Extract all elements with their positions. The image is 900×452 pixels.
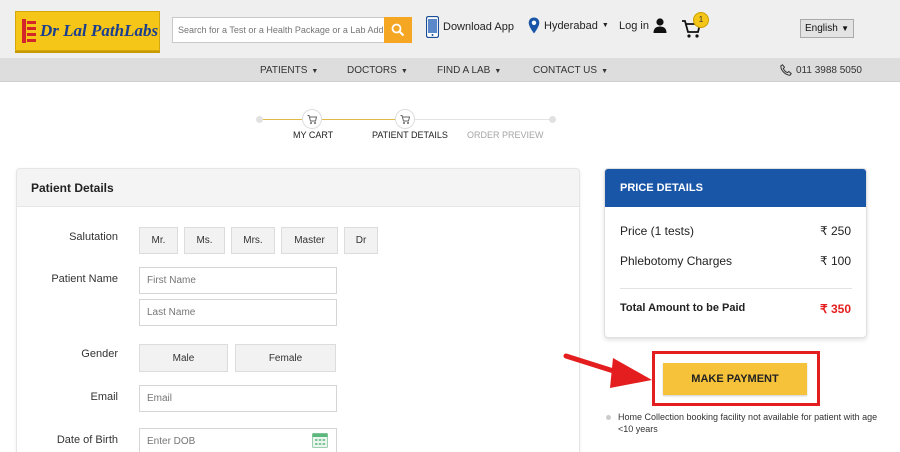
note-bullet-icon [606,415,611,420]
brand-logo[interactable]: Dr Lal PathLabs [15,11,160,51]
price-row-value: ₹ 250 [820,224,851,238]
salutation-dr-button[interactable]: Dr [344,227,378,254]
price-details-card: PRICE DETAILS Price (1 tests) ₹ 250 Phle… [604,168,867,338]
first-name-field[interactable] [139,267,337,294]
price-header: PRICE DETAILS [605,169,866,207]
price-divider [620,288,852,289]
price-title: PRICE DETAILS [620,182,703,194]
location-pin-icon [528,17,540,34]
main-nav: PATIENTS ▼ DOCTORS ▼ FIND A LAB ▼ CONTACT U… [0,58,900,82]
price-row-label: Phlebotomy Charges [620,254,733,268]
user-icon [653,18,667,33]
price-row-value: ₹ 100 [820,254,851,268]
calendar-icon[interactable] [312,433,328,448]
gender-male-button[interactable]: Male [139,344,228,372]
phone-icon [426,16,439,38]
contact-phone[interactable]: 011 3988 5050 [780,64,862,76]
step-connector [414,119,554,120]
price-row-label: Price (1 tests) [620,224,695,238]
email-label: Email [90,391,118,403]
red-arrow-annotation [563,353,652,388]
download-app-label: Download App [443,21,514,33]
card-title: Patient Details [31,181,114,195]
dob-label: Date of Birth [56,434,118,446]
search-box [172,17,412,43]
step-my-cart[interactable] [302,109,322,129]
dob-field[interactable] [139,428,337,452]
nav-item-doctors[interactable]: DOCTORS ▼ [347,65,408,76]
logo-text: Dr Lal PathLabs [40,21,159,40]
step-end-dot [549,116,556,123]
nav-item-contact-us[interactable]: CONTACT US ▼ [533,65,608,76]
gender-label: Gender [81,348,118,360]
nav-label: FIND A LAB [437,65,491,76]
salutation-ms-button[interactable]: Ms. [184,227,225,254]
salutation-mrs-button[interactable]: Mrs. [231,227,275,254]
chevron-down-icon: ▼ [601,68,609,75]
step-patient-details[interactable] [395,109,415,129]
nav-item-find-a-lab[interactable]: FIND A LAB ▼ [437,65,501,76]
step-label-my-cart: MY CART [293,130,334,140]
chevron-down-icon: ▼ [841,24,849,33]
search-button[interactable] [384,17,412,43]
step-start-dot [256,116,263,123]
city-selector[interactable]: Hyderabad ▼ [528,17,609,34]
top-header: Dr Lal PathLabs Download App Hyderabad ▼… [0,0,900,58]
nav-item-patients[interactable]: PATIENTS ▼ [260,65,318,76]
login-label: Log in [619,19,649,32]
chevron-down-icon: ▼ [601,22,609,29]
nav-label: DOCTORS [347,65,397,76]
login-link[interactable]: Log in [619,18,667,33]
phone-handset-icon [780,64,792,76]
step-label-patient-details: PATIENT DETAILS [372,130,448,140]
step-label-order-preview: ORDER PREVIEW [467,130,544,140]
download-app-link[interactable]: Download App [426,16,514,38]
home-collection-note: Home Collection booking facility not ava… [618,412,878,434]
nav-label: PATIENTS [260,65,308,76]
gender-female-button[interactable]: Female [235,344,336,372]
chevron-down-icon: ▼ [400,68,408,75]
patient-name-label: Patient Name [51,273,118,285]
email-field[interactable] [139,385,337,412]
cart-count-badge: 1 [693,12,709,28]
search-icon [391,23,405,37]
city-label: Hyderabad [544,19,598,32]
logo-mark-icon [22,19,36,43]
make-payment-button[interactable]: MAKE PAYMENT [663,363,807,395]
phone-number: 011 3988 5050 [796,64,862,76]
salutation-mr-button[interactable]: Mr. [139,227,178,254]
step-connector [321,119,405,120]
chevron-down-icon: ▼ [311,68,319,75]
cart-icon [307,114,317,124]
language-label: English [805,23,838,34]
last-name-field[interactable] [139,299,337,326]
salutation-label: Salutation [69,231,118,243]
nav-label: CONTACT US [533,65,598,76]
total-value: ₹ 350 [820,302,851,316]
total-label: Total Amount to be Paid [620,302,746,314]
salutation-master-button[interactable]: Master [281,227,338,254]
card-header: Patient Details [17,169,579,207]
language-select[interactable]: English ▼ [800,19,854,38]
chevron-down-icon: ▼ [494,68,502,75]
search-input[interactable] [173,18,383,42]
cart-icon [400,114,410,124]
